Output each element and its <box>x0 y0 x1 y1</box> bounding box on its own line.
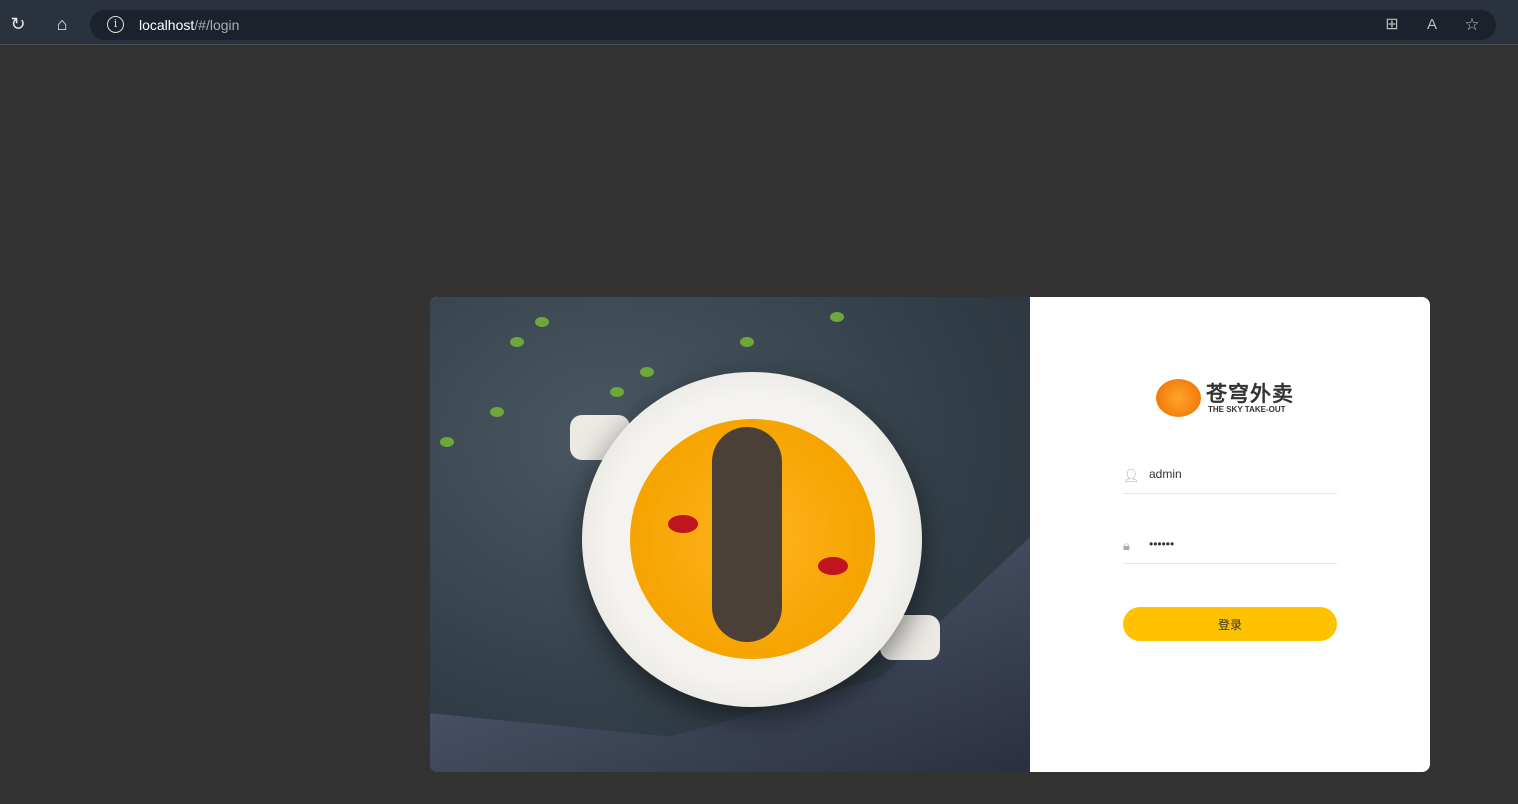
password-field[interactable]: 🔒︎ <box>1123 534 1337 564</box>
info-icon[interactable]: i <box>107 16 124 33</box>
logo-emblem-icon <box>1156 379 1201 417</box>
refresh-icon[interactable]: ↻ <box>7 14 29 34</box>
logo-subtitle: THE SKY TAKE-OUT <box>1208 405 1286 414</box>
username-input[interactable] <box>1149 467 1329 481</box>
logo-text: 苍穹外卖 <box>1206 383 1294 406</box>
favorite-star-icon[interactable]: ☆ <box>1461 15 1483 35</box>
login-form: 苍穹外卖 THE SKY TAKE-OUT 👤︎ 🔒︎ 登录 <box>1123 297 1337 772</box>
user-icon: 👤︎ <box>1123 468 1140 483</box>
brand-logo: 苍穹外卖 THE SKY TAKE-OUT <box>1156 379 1316 419</box>
password-input[interactable] <box>1149 537 1329 551</box>
split-screen-icon[interactable]: ⊞ <box>1381 15 1403 35</box>
username-field[interactable]: 👤︎ <box>1123 464 1337 494</box>
read-aloud-icon[interactable]: A <box>1421 15 1443 35</box>
login-card: 苍穹外卖 THE SKY TAKE-OUT 👤︎ 🔒︎ 登录 <box>430 297 1430 772</box>
address-bar[interactable]: i localhost/#/login ⊞ A ☆ <box>90 10 1496 40</box>
url-host: localhost <box>139 17 195 33</box>
browser-toolbar: ↻ ⌂ i localhost/#/login ⊞ A ☆ <box>0 0 1518 45</box>
home-icon[interactable]: ⌂ <box>51 14 73 34</box>
lock-icon: 🔒︎ <box>1123 538 1130 553</box>
url-path: /#/login <box>194 17 240 33</box>
login-button[interactable]: 登录 <box>1123 607 1337 641</box>
food-photo <box>430 297 1030 772</box>
